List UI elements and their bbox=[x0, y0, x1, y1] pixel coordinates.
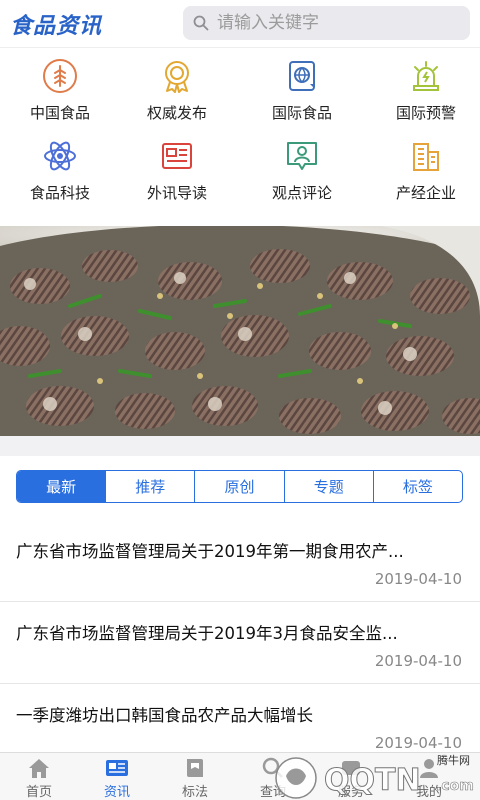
tab-original[interactable]: 原创 bbox=[195, 471, 285, 502]
wheat-icon bbox=[42, 58, 78, 94]
news-date: 2019-04-10 bbox=[374, 652, 462, 670]
list-item[interactable]: 广东省市场监督管理局关于2019年3月食品安全监... 2019-04-10 bbox=[0, 602, 480, 684]
nav-query[interactable]: 查询 bbox=[234, 753, 312, 800]
user-icon bbox=[420, 759, 438, 778]
query-icon bbox=[262, 757, 283, 778]
nav-service[interactable]: 服务 bbox=[312, 753, 390, 800]
banner-illustration bbox=[0, 226, 480, 436]
nav-label: 标法 bbox=[181, 785, 208, 800]
bottom-nav: 首页 资讯 标法 查询 服务 我的 bbox=[0, 752, 480, 800]
tab-latest[interactable]: 最新 bbox=[17, 471, 107, 502]
category-foreign-news-guide[interactable]: 外讯导读 bbox=[117, 138, 237, 213]
section-divider bbox=[0, 436, 480, 456]
category-food-technology[interactable]: 食品科技 bbox=[0, 138, 120, 213]
search-icon bbox=[193, 15, 209, 31]
nav-standards[interactable]: 标法 bbox=[156, 753, 234, 800]
nav-label: 我的 bbox=[415, 785, 442, 800]
app-logo: 食品资讯 bbox=[10, 14, 103, 39]
news-title: 一季度潍坊出口韩国食品农产品大幅增长 bbox=[16, 706, 313, 725]
news-title: 广东省市场监督管理局关于2019年第一期食用农产... bbox=[16, 542, 404, 561]
nav-label: 首页 bbox=[25, 785, 52, 800]
category-label: 国际预警 bbox=[395, 104, 456, 122]
news-tabs: 最新 推荐 原创 专题 标签 bbox=[16, 470, 463, 503]
category-label: 观点评论 bbox=[271, 184, 332, 202]
medal-icon bbox=[159, 58, 195, 94]
nav-label: 服务 bbox=[337, 785, 364, 800]
category-international-food[interactable]: 国际食品 bbox=[242, 58, 362, 133]
tab-tags[interactable]: 标签 bbox=[374, 471, 462, 502]
search-box[interactable] bbox=[183, 6, 470, 40]
nav-home[interactable]: 首页 bbox=[0, 753, 78, 800]
category-authority-release[interactable]: 权威发布 bbox=[117, 58, 237, 133]
news-date: 2019-04-10 bbox=[374, 570, 462, 588]
app-root: 食品资讯 中国食品 权威发布 国际食品 bbox=[0, 0, 480, 800]
atom-icon bbox=[42, 138, 78, 174]
tab-topics[interactable]: 专题 bbox=[285, 471, 374, 502]
category-industry-enterprise[interactable]: 产经企业 bbox=[366, 138, 480, 213]
user-comment-icon bbox=[284, 138, 320, 174]
list-item[interactable]: 广东省市场监督管理局关于2019年第一期食用农产... 2019-04-10 bbox=[0, 520, 480, 602]
top-bar: 食品资讯 bbox=[0, 0, 480, 48]
category-label: 食品科技 bbox=[29, 184, 90, 202]
category-grid: 中国食品 权威发布 国际食品 国际预警 食品科技 外讯导读 观点评论 产经企业 bbox=[0, 58, 480, 218]
globe-document-icon bbox=[284, 58, 320, 94]
news-date: 2019-04-10 bbox=[374, 734, 462, 752]
category-international-warning[interactable]: 国际预警 bbox=[366, 58, 480, 133]
news-title: 广东省市场监督管理局关于2019年3月食品安全监... bbox=[16, 624, 398, 643]
building-icon bbox=[408, 138, 444, 174]
alarm-icon bbox=[408, 58, 444, 94]
category-label: 中国食品 bbox=[29, 104, 90, 122]
nav-mine[interactable]: 我的 bbox=[390, 753, 468, 800]
banner-image[interactable] bbox=[0, 226, 480, 436]
category-label: 外讯导读 bbox=[146, 184, 207, 202]
category-label: 权威发布 bbox=[146, 104, 207, 122]
nav-label: 查询 bbox=[259, 785, 286, 800]
category-label: 国际食品 bbox=[271, 104, 332, 122]
news-icon bbox=[106, 760, 128, 776]
category-label: 产经企业 bbox=[395, 184, 456, 202]
tab-recommended[interactable]: 推荐 bbox=[106, 471, 196, 502]
nav-label: 资讯 bbox=[103, 785, 130, 800]
newspaper-icon bbox=[159, 138, 195, 174]
home-icon bbox=[29, 759, 49, 778]
nav-news[interactable]: 资讯 bbox=[78, 753, 156, 800]
category-china-food[interactable]: 中国食品 bbox=[0, 58, 120, 133]
book-icon bbox=[187, 759, 203, 777]
service-icon bbox=[342, 761, 360, 775]
category-opinion-comment[interactable]: 观点评论 bbox=[242, 138, 362, 213]
search-input[interactable] bbox=[217, 13, 457, 33]
